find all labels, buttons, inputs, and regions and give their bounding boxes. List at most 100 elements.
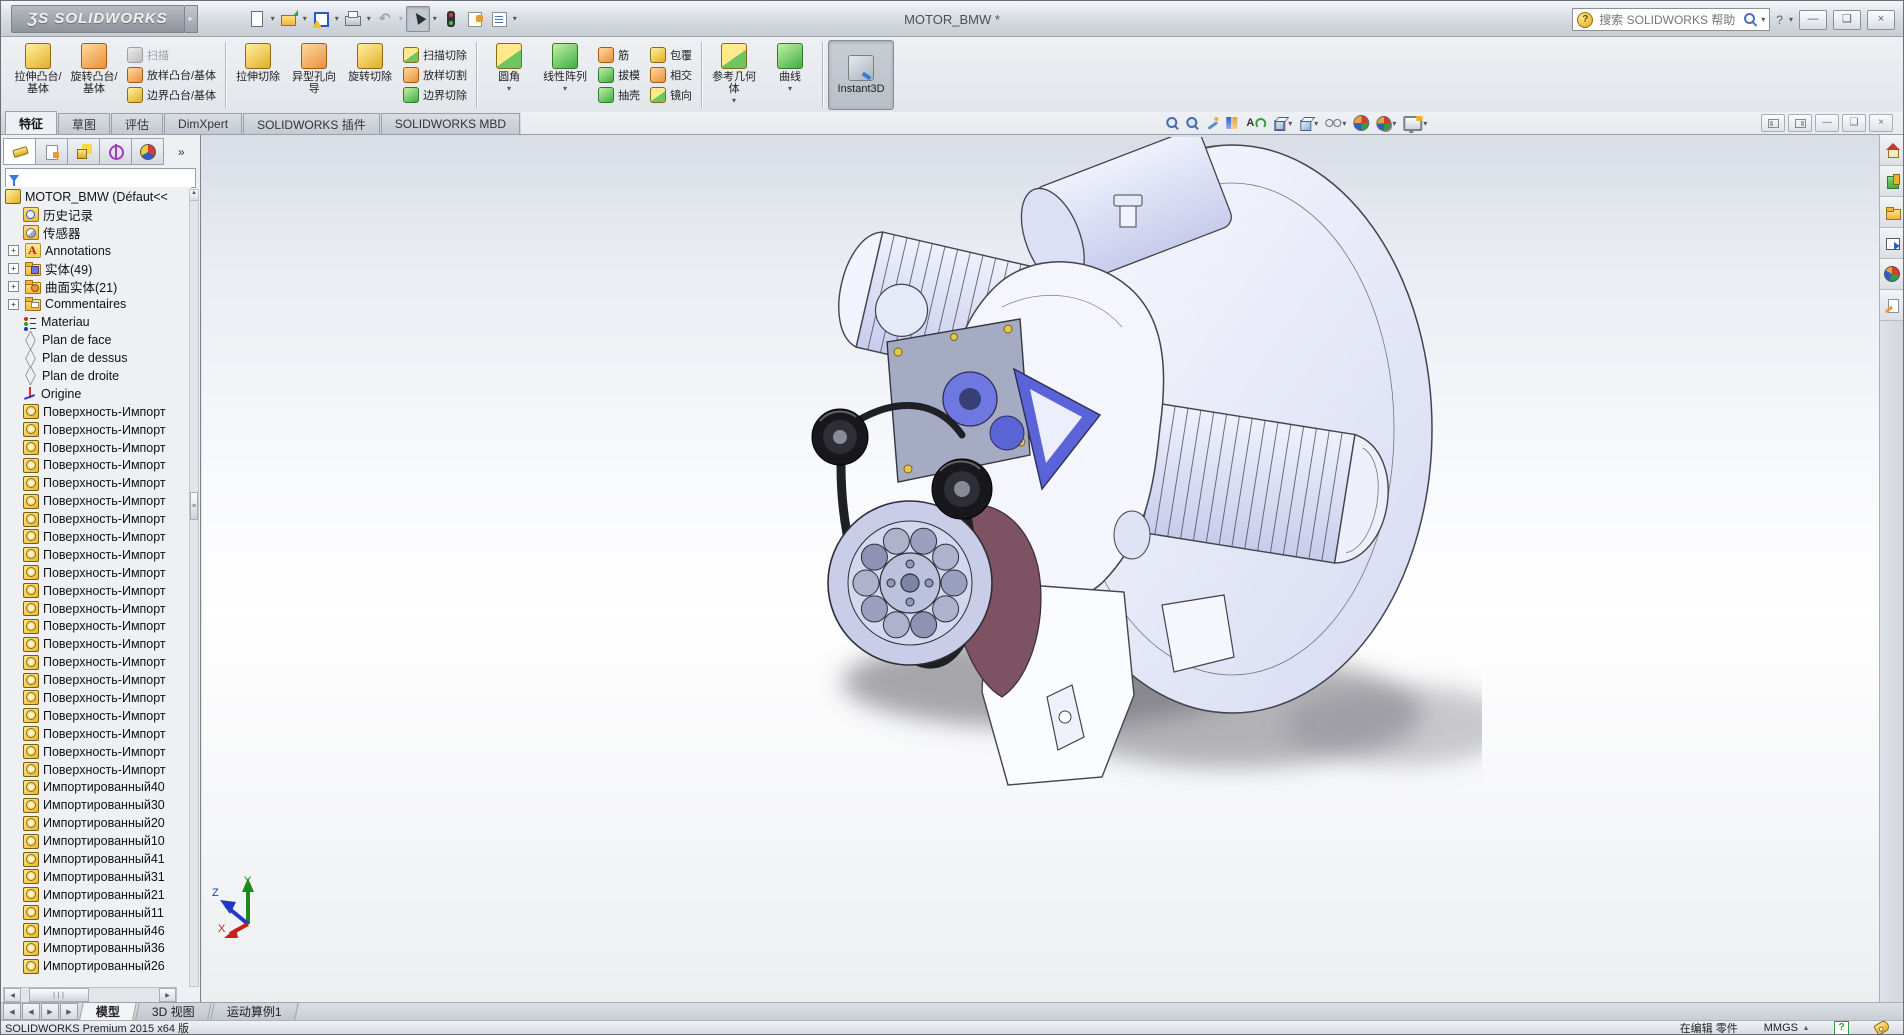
tree-item-imported[interactable]: Импортированный21 <box>1 886 191 904</box>
search-scope-dropdown[interactable]: ▾ <box>1761 15 1765 24</box>
draft-button[interactable]: 拔模 <box>594 66 644 84</box>
tree-item-imported[interactable]: Импортированный30 <box>1 796 191 814</box>
tree-item-surface-import[interactable]: Поверхность-Импорт <box>1 617 191 635</box>
model-tab[interactable]: 模型 <box>79 1002 137 1020</box>
open-dropdown[interactable]: ▾ <box>303 14 307 23</box>
file-properties-button[interactable] <box>488 7 510 31</box>
tree-item-imported[interactable]: Импортированный36 <box>1 940 191 958</box>
intersect-button[interactable]: 相交 <box>646 66 696 84</box>
wrap-button[interactable]: 包覆 <box>646 46 696 64</box>
tree-vertical-scrollbar[interactable]: ▲ ≡ <box>189 189 199 987</box>
zoom-to-fit-button[interactable] <box>1164 113 1181 133</box>
tree-item-surface-import[interactable]: Поверхность-Импорт <box>1 474 191 492</box>
tree-item-imported[interactable]: Импортированный40 <box>1 779 191 797</box>
reference-dropdown[interactable]: ▾ <box>732 96 736 105</box>
tree-item-imported[interactable]: Импортированный41 <box>1 850 191 868</box>
tree-item-surface-import[interactable]: Поверхность-Импорт <box>1 761 191 779</box>
search-input[interactable] <box>1597 12 1740 28</box>
tree-root-item[interactable]: MOTOR_BMW (Défaut<< <box>1 187 191 206</box>
tree-item-surface-import[interactable]: Поверхность-Импорт <box>1 403 191 421</box>
last-tab-button[interactable]: ▶ <box>60 1003 78 1020</box>
new-dropdown[interactable]: ▾ <box>271 14 275 23</box>
undo-button[interactable]: ↶ <box>374 7 396 31</box>
extruded-cut-button[interactable]: 拉伸切除 <box>231 40 285 110</box>
section-view-button[interactable] <box>1224 113 1241 133</box>
open-button[interactable] <box>278 7 300 31</box>
configurationmanager-tab[interactable] <box>68 138 100 165</box>
tree-item-imported[interactable]: Импортированный31 <box>1 868 191 886</box>
tree-item-surface-import[interactable]: Поверхность-Импорт <box>1 653 191 671</box>
tree-item-imported[interactable]: Импортированный11 <box>1 904 191 922</box>
scroll-up-button[interactable]: ▲ <box>190 190 198 201</box>
help-dropdown[interactable]: ▾ <box>1789 15 1793 24</box>
minimize-button[interactable]: — <box>1799 10 1827 30</box>
split-pane-left-button[interactable] <box>1761 114 1785 132</box>
tree-horizontal-scrollbar[interactable]: ◀ ∣∣∣ ▶ <box>3 987 177 1003</box>
tree-item[interactable]: + Commentaires <box>1 295 191 313</box>
solidworks-logo[interactable]: ƷS SOLIDWORKS <box>11 5 185 33</box>
doc-restore-button[interactable]: ❑ <box>1842 114 1866 132</box>
tree-item[interactable]: Plan de face <box>1 331 191 349</box>
doc-close-button[interactable]: × <box>1869 114 1893 132</box>
tab-mbd[interactable]: SOLIDWORKS MBD <box>381 113 520 134</box>
prev-tab-button[interactable]: ◀ <box>22 1003 40 1020</box>
units-dropdown[interactable]: ▴ <box>1804 1023 1808 1032</box>
featuremanager-tab[interactable] <box>3 138 36 165</box>
doc-minimize-button[interactable]: — <box>1815 114 1839 132</box>
print-button[interactable] <box>342 7 364 31</box>
linear-pattern-button[interactable]: 线性阵列 ▾ <box>538 40 592 110</box>
3d-views-tab[interactable]: 3D 视图 <box>135 1002 212 1020</box>
previous-view-button[interactable] <box>1204 113 1221 133</box>
scroll-right-button[interactable]: ▶ <box>159 988 176 1002</box>
swept-boss-button[interactable]: 扫描 <box>123 46 220 64</box>
fillet-dropdown[interactable]: ▾ <box>507 84 511 93</box>
tree-item[interactable]: Plan de dessus <box>1 349 191 367</box>
propertymanager-tab[interactable] <box>36 138 68 165</box>
scroll-grip[interactable]: ≡ <box>190 492 198 520</box>
swept-cut-button[interactable]: 扫描切除 <box>399 46 471 64</box>
tree-item-surface-import[interactable]: Поверхность-Импорт <box>1 582 191 600</box>
options-button[interactable] <box>464 7 486 31</box>
tree-item-surface-import[interactable]: Поверхность-Импорт <box>1 600 191 618</box>
tree-item-imported[interactable]: Импортированный20 <box>1 814 191 832</box>
tree-item-surface-import[interactable]: Поверхность-Импорт <box>1 492 191 510</box>
first-tab-button[interactable]: ◀ <box>3 1003 21 1020</box>
custom-properties-tab[interactable] <box>1880 290 1904 321</box>
tree-item[interactable]: 传感器 <box>1 224 191 242</box>
expand-toggle[interactable]: + <box>8 299 19 310</box>
displaymanager-tab[interactable] <box>132 138 164 165</box>
next-tab-button[interactable]: ▶ <box>41 1003 59 1020</box>
status-help-icon[interactable]: ? <box>1834 1021 1849 1035</box>
reference-geometry-button[interactable]: 参考几何体 ▾ <box>707 40 761 110</box>
tree-item-surface-import[interactable]: Поверхность-Импорт <box>1 635 191 653</box>
graphics-viewport[interactable]: Y Z X <box>202 135 1904 1004</box>
units-selector[interactable]: MMGS ▴ <box>1764 1022 1808 1034</box>
appearances-scenes-tab[interactable] <box>1880 259 1904 290</box>
tree-item-surface-import[interactable]: Поверхность-Импорт <box>1 707 191 725</box>
tree-item-surface-import[interactable]: Поверхность-Импорт <box>1 439 191 457</box>
file-explorer-tab[interactable] <box>1880 197 1904 228</box>
edit-appearance-button[interactable] <box>1351 113 1371 133</box>
tree-item-imported[interactable]: Импортированный10 <box>1 832 191 850</box>
print-dropdown[interactable]: ▾ <box>367 14 371 23</box>
curves-dropdown[interactable]: ▾ <box>788 84 792 93</box>
motion-study-tab[interactable]: 运动算例1 <box>210 1002 299 1020</box>
view-palette-tab[interactable] <box>1880 228 1904 259</box>
restore-button[interactable]: ❑ <box>1833 10 1861 30</box>
close-button[interactable]: × <box>1867 10 1895 30</box>
menu-flyout-icon[interactable]: ▸ <box>185 5 198 33</box>
tree-item-surface-import[interactable]: Поверхность-Импорт <box>1 743 191 761</box>
fillet-button[interactable]: 圆角 ▾ <box>482 40 536 110</box>
lofted-cut-button[interactable]: 放样切割 <box>399 66 471 84</box>
view-orientation-button[interactable]: ▾ <box>1271 113 1294 133</box>
select-dropdown[interactable]: ▾ <box>433 14 437 23</box>
tree-item-surface-import[interactable]: Поверхность-Импорт <box>1 456 191 474</box>
tag-icon[interactable] <box>1873 1019 1891 1035</box>
tab-evaluate[interactable]: 评估 <box>111 113 163 134</box>
instant3d-button[interactable]: Instant3D <box>828 40 894 110</box>
engine-model[interactable] <box>802 137 1482 797</box>
tab-dimxpert[interactable]: DimXpert <box>164 113 242 134</box>
tree-filter-box[interactable] <box>5 168 196 188</box>
tree-item-imported[interactable]: Импортированный26 <box>1 957 191 975</box>
new-document-button[interactable] <box>246 7 268 31</box>
